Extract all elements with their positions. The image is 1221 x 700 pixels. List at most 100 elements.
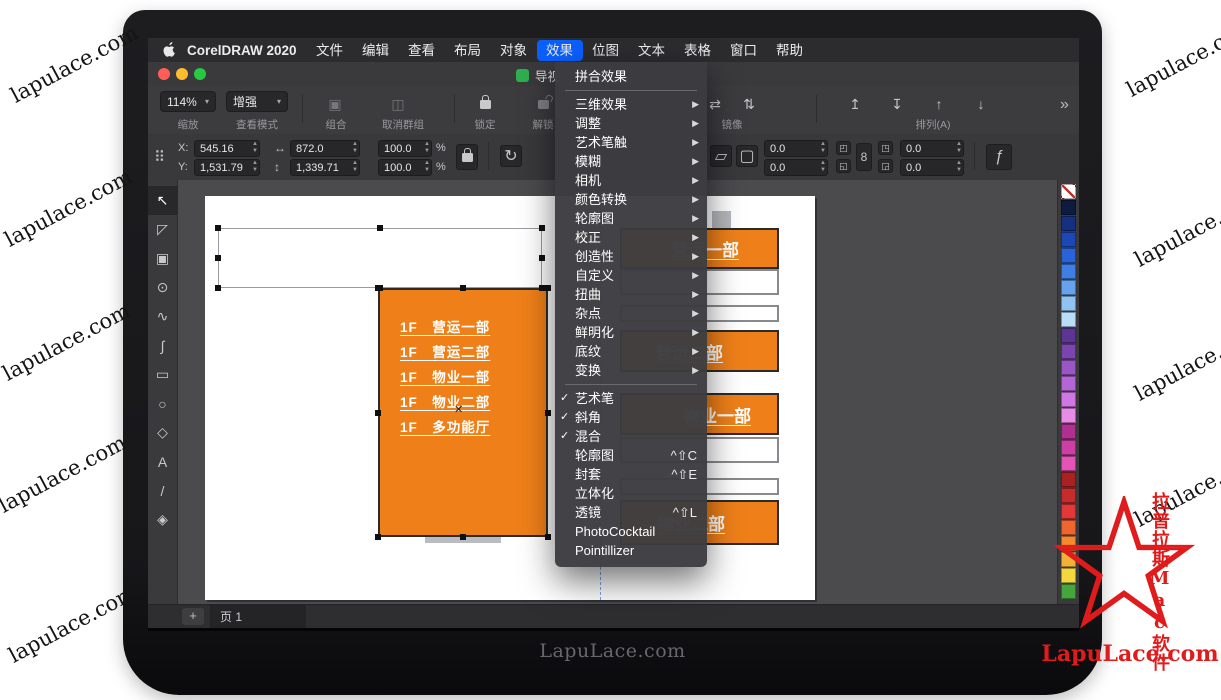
selection-handle[interactable]	[375, 285, 381, 291]
selection-handle[interactable]	[460, 285, 466, 291]
ellipse-tool-icon[interactable]: ○	[148, 389, 178, 418]
selection-handle[interactable]	[215, 285, 221, 291]
effects-menu-item[interactable]: 轮廓图^⇧C	[555, 446, 707, 465]
menubar-item-布局[interactable]: 布局	[445, 40, 491, 61]
gray-shape[interactable]	[712, 211, 731, 228]
color-swatch[interactable]	[1061, 456, 1076, 471]
zoom-level-combo[interactable]: 114% ▾	[160, 91, 216, 112]
ungroup-objects-icon[interactable]: ◫	[383, 92, 413, 116]
rotate-angle-icon[interactable]: ↻	[500, 145, 522, 167]
selection-handle[interactable]	[539, 225, 545, 231]
lock-ratio-icon[interactable]	[456, 144, 478, 170]
menubar-item-对象[interactable]: 对象	[491, 40, 537, 61]
document-page[interactable]: 1F 营运一部1F 营运二部1F 物业一部1F 物业二部1F 多功能厅 营运一部…	[205, 196, 815, 600]
menubar-item-位图[interactable]: 位图	[583, 40, 629, 61]
arrange-forward-icon[interactable]: ↑	[924, 92, 954, 116]
effects-menu-item[interactable]: 扭曲▶	[555, 285, 707, 304]
effects-menu-item[interactable]: PhotoCocktail	[555, 522, 707, 541]
corner-radius-bl-field[interactable]: 0.0▲▼	[764, 159, 828, 176]
color-swatch[interactable]	[1061, 424, 1076, 439]
corner-radius-br-field[interactable]: 0.0▲▼	[900, 159, 964, 176]
menubar-item-文本[interactable]: 文本	[629, 40, 675, 61]
page-tab[interactable]: 页 1	[210, 605, 306, 628]
relative-corner-scaling-icon[interactable]: ƒ	[986, 144, 1012, 170]
color-swatch[interactable]	[1061, 360, 1076, 375]
scale-y-field[interactable]: 100.0▲▼	[378, 159, 432, 176]
color-swatch[interactable]	[1061, 392, 1076, 407]
color-swatch[interactable]	[1061, 312, 1076, 327]
arrange-backward-icon[interactable]: ↓	[966, 92, 996, 116]
effects-menu-item[interactable]: 拼合效果	[555, 67, 707, 86]
color-swatch[interactable]	[1061, 376, 1076, 391]
effects-menu-item[interactable]: 立体化	[555, 484, 707, 503]
scale-x-field[interactable]: 100.0▲▼	[378, 140, 432, 157]
color-swatch[interactable]	[1061, 232, 1076, 247]
unlock-object-icon[interactable]	[528, 92, 558, 116]
selection-handle[interactable]	[545, 410, 551, 416]
line-tool-icon[interactable]: /	[148, 476, 178, 505]
menubar-item-编辑[interactable]: 编辑	[353, 40, 399, 61]
object-width-field[interactable]: 872.0▲▼	[290, 140, 360, 157]
polygon-tool-icon[interactable]: ◇	[148, 418, 178, 447]
corner-radius-tl-field[interactable]: 0.0▲▼	[764, 140, 828, 157]
effects-menu-item[interactable]: 底纹▶	[555, 342, 707, 361]
zoom-tool-icon[interactable]: ⊙	[148, 273, 178, 302]
bezier-tool-icon[interactable]: ∫	[148, 331, 178, 360]
effects-menu-item[interactable]: ✓艺术笔	[555, 389, 707, 408]
effects-menu-item[interactable]: 三维效果▶	[555, 95, 707, 114]
toolbar-overflow-icon[interactable]: »	[1060, 96, 1069, 114]
menubar-item-窗口[interactable]: 窗口	[721, 40, 767, 61]
effects-menu-item[interactable]: 艺术笔触▶	[555, 133, 707, 152]
effects-menu-item[interactable]: 封套^⇧E	[555, 465, 707, 484]
selection-handle[interactable]	[539, 255, 545, 261]
selection-handle[interactable]	[377, 225, 383, 231]
color-swatch[interactable]	[1061, 440, 1076, 455]
color-swatch[interactable]	[1061, 264, 1076, 279]
color-swatch[interactable]	[1061, 472, 1076, 487]
text-tool-icon[interactable]: A	[148, 447, 178, 476]
corner-bl-icon[interactable]: ◱	[836, 159, 851, 173]
corner-tl-icon[interactable]: ◰	[836, 141, 851, 155]
selection-handle[interactable]	[545, 285, 551, 291]
color-swatch[interactable]	[1061, 328, 1076, 343]
effects-menu-item[interactable]: 相机▶	[555, 171, 707, 190]
selected-white-rectangle[interactable]	[218, 228, 542, 288]
effects-menu-item[interactable]: 校正▶	[555, 228, 707, 247]
chamfer-corner-icon[interactable]: ▢	[736, 145, 758, 167]
selection-handle[interactable]	[460, 534, 466, 540]
effects-menu-item[interactable]: 创造性▶	[555, 247, 707, 266]
color-swatch[interactable]	[1061, 200, 1076, 215]
effects-menu-item[interactable]: 颜色转换▶	[555, 190, 707, 209]
effects-menu-item[interactable]: 调整▶	[555, 114, 707, 133]
color-swatch[interactable]	[1061, 344, 1076, 359]
effects-menu-item[interactable]: 鲜明化▶	[555, 323, 707, 342]
rectangle-tool-icon[interactable]: ▭	[148, 360, 178, 389]
corner-tr-icon[interactable]: ◳	[878, 141, 893, 155]
lock-object-icon[interactable]	[470, 92, 500, 116]
minimize-window-button[interactable]	[176, 68, 188, 80]
color-swatch[interactable]	[1061, 408, 1076, 423]
corner-radius-tr-field[interactable]: 0.0▲▼	[900, 140, 964, 157]
color-swatch[interactable]	[1061, 296, 1076, 311]
effects-menu-item[interactable]: ✓混合	[555, 427, 707, 446]
color-swatch[interactable]	[1061, 280, 1076, 295]
selection-handle[interactable]	[375, 410, 381, 416]
object-height-field[interactable]: 1,339.71▲▼	[290, 159, 360, 176]
menubar-item-表格[interactable]: 表格	[675, 40, 721, 61]
mirror-vertical-icon[interactable]: ⇅	[734, 92, 764, 116]
effects-menu-item[interactable]: Pointillizer	[555, 541, 707, 560]
link-corners-icon[interactable]: 8	[856, 143, 872, 171]
crop-tool-icon[interactable]: ▣	[148, 244, 178, 273]
shape-tool-icon[interactable]: ◸	[148, 215, 178, 244]
interactive-fill-tool-icon[interactable]: ◈	[148, 505, 178, 534]
view-mode-combo[interactable]: 增强 ▾	[226, 91, 288, 112]
y-position-field[interactable]: 1,531.79▲▼	[194, 159, 260, 176]
round-corner-icon[interactable]: ▱	[710, 145, 732, 167]
selection-handle[interactable]	[215, 255, 221, 261]
selection-handle[interactable]	[375, 534, 381, 540]
freehand-tool-icon[interactable]: ∿	[148, 302, 178, 331]
effects-menu-item[interactable]: 自定义▶	[555, 266, 707, 285]
arrange-to-front-icon[interactable]: ↥	[840, 92, 870, 116]
effects-menu-item[interactable]: ✓斜角	[555, 408, 707, 427]
menubar-item-查看[interactable]: 查看	[399, 40, 445, 61]
